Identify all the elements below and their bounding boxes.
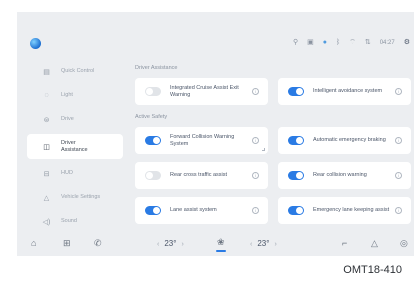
steering-heat-icon[interactable]: ◎	[400, 238, 408, 249]
toggle-switch[interactable]	[288, 206, 304, 215]
sidebar-item-hud[interactable]: ⊟ HUD	[27, 164, 123, 183]
car-icon: △	[43, 194, 50, 202]
figure-caption: OMT18-410	[343, 264, 402, 276]
setting-label: Intelligent avoidance system	[313, 88, 383, 95]
sidebar-item-light[interactable]: ◌ Light	[27, 86, 123, 105]
phone-icon[interactable]: ✆	[94, 238, 102, 249]
brand-logo-icon	[30, 38, 41, 49]
display-icon: ▣	[307, 39, 314, 46]
sidebar-item-vehicle-settings[interactable]: △ Vehicle Settings	[27, 188, 123, 207]
bottom-bar: ⌂ ⊞ ✆ ‹ 23° › ❀ ‹ 23° › ⌐ △ ◎	[17, 234, 414, 256]
setting-label: Rear cross traffic assist	[170, 172, 228, 179]
sidebar-item-sound[interactable]: ◁) Sound	[27, 212, 123, 231]
sidebar-item-drive[interactable]: ⊜ Drive	[27, 110, 123, 129]
driver-assistance-grid: Integrated Cruise Assist Exit Warning i …	[135, 78, 411, 105]
temp-down-right-icon[interactable]: ‹	[250, 241, 252, 248]
quick-control-icon: ▤	[43, 68, 50, 76]
sidebar-item-label: Quick Control	[61, 68, 95, 74]
navigation-icon[interactable]: △	[371, 238, 378, 249]
fan-icon[interactable]: ❀	[217, 237, 225, 248]
signal-icon: ⌔	[349, 39, 356, 46]
toggle-switch[interactable]	[288, 87, 304, 96]
setting-label: Forward Collision Warning System	[170, 134, 235, 147]
home-icon[interactable]: ⌂	[31, 238, 36, 248]
section-title-active-safety: Active Safety	[135, 114, 168, 120]
setting-label: Integrated Cruise Assist Exit Warning	[170, 85, 239, 98]
setting-label: Lane assist system	[170, 207, 217, 214]
info-icon[interactable]: i	[395, 137, 402, 144]
left-temp-value: 23°	[164, 239, 177, 248]
toggle-switch[interactable]	[145, 136, 161, 145]
setting-card: Lane assist system i	[135, 197, 268, 224]
right-temperature[interactable]: ‹ 23° ›	[245, 239, 282, 248]
hud-icon: ⊟	[43, 170, 50, 178]
seat-icon[interactable]: ⌐	[342, 238, 347, 248]
infotainment-screen: ⚲ ▣ ● ᛒ ⌔ ⇅ 04:27 ⚙ ▤ Quick Control ◌ Li…	[17, 12, 414, 256]
info-icon[interactable]: i	[252, 172, 259, 179]
fan-indicator	[216, 250, 226, 252]
setting-card: Emergency lane keeping assist i	[278, 197, 411, 224]
info-icon[interactable]: i	[395, 88, 402, 95]
info-icon[interactable]: i	[252, 137, 259, 144]
light-icon: ◌	[44, 92, 49, 99]
person-icon: ⚲	[293, 39, 299, 46]
sidebar-item-label: Driver Assistance	[61, 139, 88, 153]
info-icon[interactable]: i	[395, 172, 402, 179]
left-temperature[interactable]: ‹ 23° ›	[152, 239, 189, 248]
active-safety-grid: Forward Collision Warning System i Autom…	[135, 127, 411, 224]
section-title-driver-assistance: Driver Assistance	[135, 65, 178, 71]
info-icon[interactable]: i	[252, 207, 259, 214]
temp-up-right-icon[interactable]: ›	[274, 241, 276, 248]
sidebar-item-label: Drive	[61, 116, 74, 122]
driver-assistance-icon: ◫	[43, 143, 50, 151]
expand-corner-icon[interactable]	[262, 148, 265, 151]
setting-card: Automatic emergency braking i	[278, 127, 411, 154]
sidebar-item-label: Vehicle Settings	[61, 194, 101, 200]
status-bar: ⚲ ▣ ● ᛒ ⌔ ⇅ 04:27 ⚙	[293, 39, 410, 46]
apps-icon[interactable]: ⊞	[63, 238, 71, 249]
info-icon[interactable]: i	[252, 88, 259, 95]
steering-wheel-icon: ⊜	[43, 116, 50, 124]
info-icon[interactable]: i	[395, 207, 402, 214]
setting-card: Integrated Cruise Assist Exit Warning i	[135, 78, 268, 105]
setting-card: Rear collision warning i	[278, 162, 411, 189]
sidebar-item-driver-assistance[interactable]: ◫ Driver Assistance	[27, 134, 123, 159]
toggle-switch[interactable]	[288, 171, 304, 180]
main-panel: Driver Assistance Integrated Cruise Assi…	[135, 65, 411, 224]
setting-label: Rear collision warning	[313, 172, 367, 179]
settings-icon[interactable]: ⚙	[404, 39, 410, 46]
toggle-switch[interactable]	[145, 171, 161, 180]
sidebar-item-quick-control[interactable]: ▤ Quick Control	[27, 62, 123, 81]
bluetooth-icon: ᛒ	[336, 39, 341, 46]
setting-label: Automatic emergency braking	[313, 137, 386, 144]
setting-card: Forward Collision Warning System i	[135, 127, 268, 154]
status-time: 04:27	[379, 39, 395, 46]
setting-card: Intelligent avoidance system i	[278, 78, 411, 105]
temp-up-left-icon[interactable]: ›	[181, 241, 183, 248]
sidebar: ▤ Quick Control ◌ Light ⊜ Drive ◫ Driver…	[27, 62, 123, 236]
network-icon: ⇅	[364, 39, 371, 46]
toggle-switch[interactable]	[145, 87, 161, 96]
sound-icon: ◁)	[42, 218, 51, 226]
right-temp-value: 23°	[257, 239, 270, 248]
toggle-switch[interactable]	[145, 206, 161, 215]
sidebar-item-label: HUD	[61, 170, 73, 176]
toggle-switch[interactable]	[288, 136, 304, 145]
sidebar-item-label: Sound	[61, 218, 77, 224]
setting-label: Emergency lane keeping assist	[313, 207, 390, 214]
sidebar-item-label: Light	[61, 92, 73, 98]
temp-down-left-icon[interactable]: ‹	[157, 241, 159, 248]
setting-card: Rear cross traffic assist i	[135, 162, 268, 189]
wifi-icon: ●	[322, 39, 328, 46]
